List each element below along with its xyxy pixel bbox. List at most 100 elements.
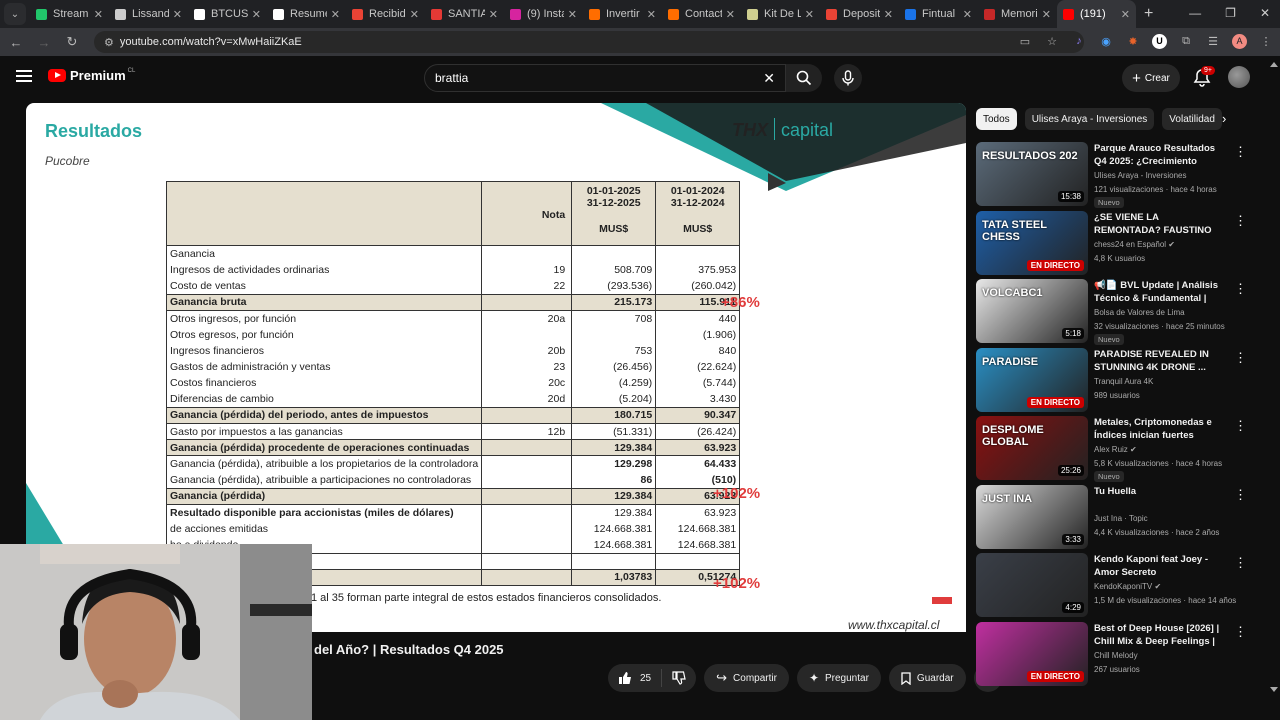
kebab-menu-icon[interactable]: ⋮ [1258,33,1274,49]
recommended-title[interactable]: Best of Deep House [2026] | Chill Mix & … [1094,622,1224,648]
ask-button[interactable]: ✦ Preguntar [796,664,881,692]
browser-tab[interactable]: Lissandr ✕ [109,0,188,28]
maximize-icon[interactable]: ❐ [1225,6,1236,20]
site-info-icon[interactable]: ⚙ [104,36,114,49]
browser-tab[interactable]: Memoria ✕ [978,0,1057,28]
recommended-video[interactable]: EN DIRECTO Best of Deep House [2026] | Ch… [976,621,1266,686]
channel-name[interactable]: Bolsa de Valores de Lima [1094,308,1185,317]
tab-close-icon[interactable]: ✕ [647,8,656,21]
video-thumbnail[interactable]: VOLCABC1 5:18 [976,279,1088,343]
browser-tab[interactable]: Recibido ✕ [346,0,425,28]
extension-icon[interactable]: ◉ [1098,33,1114,49]
tab-close-icon[interactable]: ✕ [94,8,103,21]
tab-close-icon[interactable]: ✕ [963,8,972,21]
channel-name[interactable]: KendoKaponiTV ✔ [1094,582,1161,591]
tab-close-icon[interactable]: ✕ [726,8,735,21]
browser-tab[interactable]: Stream ✕ [30,0,109,28]
cast-icon[interactable]: ▭ [1017,33,1033,49]
browser-tab[interactable]: Kit De Li ✕ [741,0,820,28]
ublock-icon[interactable]: U [1152,33,1167,49]
video-thumbnail[interactable]: RESULTADOS 202 15:38 [976,142,1088,206]
channel-name[interactable]: Tranquil Aura 4K [1094,377,1153,386]
extensions-puzzle-icon[interactable]: ⧉ [1178,33,1194,49]
more-options-icon[interactable]: ⋮ [1234,281,1247,297]
tab-close-icon[interactable]: ✕ [489,8,498,21]
browser-tab[interactable]: (9) Instag ✕ [504,0,583,28]
tab-close-icon[interactable]: ✕ [173,8,182,21]
tab-close-icon[interactable]: ✕ [884,8,893,21]
recommended-video[interactable]: PARADISE EN DIRECTO PARADISE REVEALED IN S… [976,347,1266,412]
recommended-video[interactable]: JUST INA 3:33 Tu Huella Just Ina · Topic 4,4… [976,484,1266,549]
channel-name[interactable]: Chill Melody [1094,651,1138,660]
browser-tab[interactable]: (191) ✕ [1057,0,1136,28]
extension-icon[interactable]: ♪ [1071,33,1087,49]
close-window-icon[interactable]: ✕ [1260,6,1270,20]
hamburger-menu-icon[interactable] [16,70,32,82]
recommended-video[interactable]: VOLCABC1 5:18 📢📄 BVL Update | Análisis Téc… [976,279,1266,345]
channel-name[interactable]: Alex Ruiz ✔ [1094,445,1137,454]
filter-chip[interactable]: Todos [976,108,1017,130]
recommended-video[interactable]: DESPLOME GLOBAL 25:26 Metales, Criptomoned… [976,416,1266,482]
filter-chip[interactable]: Volatilidad [1162,108,1222,130]
youtube-logo[interactable]: Premium CL [48,68,135,83]
clear-search-icon[interactable]: ✕ [763,70,775,87]
browser-tab[interactable]: SANTIAG ✕ [425,0,504,28]
chevron-right-icon[interactable]: › [1222,111,1226,126]
more-options-icon[interactable]: ⋮ [1234,350,1247,366]
more-options-icon[interactable]: ⋮ [1234,487,1247,503]
browser-tab[interactable]: Contacta ✕ [662,0,741,28]
browser-tab[interactable]: BTCUSD ✕ [188,0,267,28]
video-thumbnail[interactable]: DESPLOME GLOBAL 25:26 [976,416,1088,480]
new-tab-button[interactable]: + [1144,5,1153,23]
browser-tab[interactable]: Invertir e ✕ [583,0,662,28]
tab-close-icon[interactable]: ✕ [568,8,577,21]
like-button[interactable]: 25 [608,669,663,687]
tab-close-icon[interactable]: ✕ [410,8,419,21]
browser-tab[interactable]: Fintual ✕ [899,0,978,28]
more-options-icon[interactable]: ⋮ [1234,213,1247,229]
forward-icon[interactable]: → [32,35,56,50]
back-icon[interactable]: ← [4,35,28,50]
page-scrollbar[interactable] [1270,62,1278,692]
recommended-title[interactable]: Parque Arauco Resultados Q4 2025: ¿Creci… [1094,142,1224,168]
video-thumbnail[interactable]: JUST INA 3:33 [976,484,1088,549]
video-thumbnail[interactable]: PARADISE EN DIRECTO [976,347,1088,412]
search-button[interactable] [786,64,822,92]
video-thumbnail[interactable]: EN DIRECTO [976,621,1088,686]
video-thumbnail[interactable]: 4:29 [976,553,1088,617]
video-thumbnail[interactable]: TATA STEEL CHESS EN DIRECTO [976,210,1088,275]
browser-tab[interactable]: Resumen ✕ [267,0,346,28]
more-options-icon[interactable]: ⋮ [1234,624,1247,640]
profile-avatar-icon[interactable]: A [1232,33,1247,49]
filter-chip[interactable]: Ulises Araya - Inversiones [1024,108,1155,130]
search-input[interactable]: brattia ✕ [424,64,786,92]
recommended-video[interactable]: 4:29 Kendo Kaponi feat Joey - Amor Secret… [976,553,1266,617]
url-field[interactable]: ⚙ youtube.com/watch?v=xMwHaiiZKaE [94,31,1084,53]
extension-icon[interactable]: ✸ [1125,33,1141,49]
reading-list-icon[interactable]: ☰ [1205,33,1221,49]
minimize-icon[interactable]: — [1189,6,1201,20]
tab-search-button[interactable]: ⌄ [4,3,26,25]
tab-close-icon[interactable]: ✕ [1042,8,1051,21]
more-options-icon[interactable]: ⋮ [1234,418,1247,434]
create-button[interactable]: + Crear [1122,64,1180,92]
channel-name[interactable]: Ulises Araya - Inversiones [1094,171,1186,180]
save-button[interactable]: Guardar [888,664,966,692]
recommended-video[interactable]: TATA STEEL CHESS EN DIRECTO ¿SE VIENE LA R… [976,210,1266,275]
more-options-icon[interactable]: ⋮ [1234,144,1247,160]
recommended-title[interactable]: Kendo Kaponi feat Joey - Amor Secreto [1094,553,1224,579]
more-options-icon[interactable]: ⋮ [1234,555,1247,571]
recommended-title[interactable]: Tu Huella [1094,485,1224,498]
channel-name[interactable]: Just Ina · Topic [1094,514,1148,523]
tab-close-icon[interactable]: ✕ [1121,8,1130,21]
recommended-title[interactable]: 📢📄 BVL Update | Análisis Técnico & Funda… [1094,279,1224,305]
tab-close-icon[interactable]: ✕ [252,8,261,21]
channel-name[interactable]: chess24 en Español ✔ [1094,240,1175,249]
tab-close-icon[interactable]: ✕ [805,8,814,21]
recommended-title[interactable]: ¿SE VIENE LA REMONTADA? FAUSTINO ORO ant… [1094,211,1224,237]
browser-tab[interactable]: Deposito ✕ [820,0,899,28]
recommended-video[interactable]: RESULTADOS 202 15:38 Parque Arauco Resulta… [976,142,1266,208]
account-avatar[interactable] [1228,66,1250,88]
bookmark-star-icon[interactable]: ☆ [1044,33,1060,49]
voice-search-button[interactable] [834,64,862,92]
